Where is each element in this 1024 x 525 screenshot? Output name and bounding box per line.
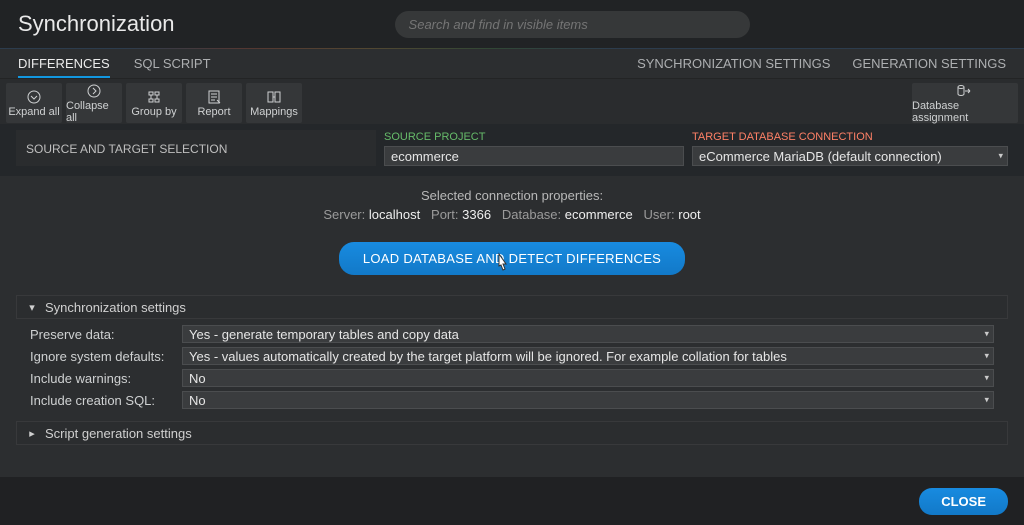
target-connection-caption: TARGET DATABASE CONNECTION (692, 131, 1008, 143)
target-connection-value: eCommerce MariaDB (default connection) (699, 149, 942, 164)
source-project-input[interactable] (384, 146, 684, 166)
toolbar: Expand all Collapse all Group by Report … (0, 79, 1024, 124)
tab-differences[interactable]: DIFFERENCES (18, 49, 110, 78)
page-title: Synchronization (18, 11, 175, 37)
source-target-label: SOURCE AND TARGET SELECTION (16, 130, 376, 166)
search-field[interactable] (395, 11, 750, 38)
script-generation-settings-title: Script generation settings (45, 426, 192, 441)
connection-properties-heading: Selected connection properties: (16, 188, 1008, 203)
main-content: Selected connection properties: Server: … (0, 176, 1024, 445)
sync-settings-title: Synchronization settings (45, 300, 186, 315)
setting-include-warnings: Include warnings: No ▾ (30, 367, 994, 389)
setting-label: Ignore system defaults: (30, 349, 182, 364)
setting-ignore-system-defaults-select[interactable]: Yes - values automatically created by th… (182, 347, 994, 365)
source-project-caption: SOURCE PROJECT (384, 131, 684, 143)
chevron-down-icon: ▾ (984, 373, 989, 384)
target-connection-select[interactable]: eCommerce MariaDB (default connection) ▾ (692, 146, 1008, 166)
setting-include-creation-sql: Include creation SQL: No ▾ (30, 389, 994, 411)
chevron-down-icon: ▾ (984, 395, 989, 406)
footer-bar: CLOSE (0, 477, 1024, 525)
chevron-down-icon: ▾ (25, 301, 39, 314)
sync-settings-grid: Preserve data: Yes - generate temporary … (16, 319, 1008, 411)
tabs-row: DIFFERENCES SQL SCRIPT SYNCHRONIZATION S… (0, 49, 1024, 79)
tab-sql-script[interactable]: SQL SCRIPT (134, 49, 211, 78)
source-project-block: SOURCE PROJECT (384, 131, 684, 166)
sync-settings-header[interactable]: ▾ Synchronization settings (16, 295, 1008, 319)
chevron-right-icon: ▸ (25, 427, 39, 440)
connection-properties-line: Server: localhost Port: 3366 Database: e… (16, 207, 1008, 222)
load-database-button[interactable]: LOAD DATABASE AND DETECT DIFFERENCES (339, 242, 685, 275)
database-assignment-icon (956, 83, 974, 99)
group-by-icon (146, 89, 162, 105)
chevron-right-circle-icon (86, 83, 102, 99)
setting-ignore-system-defaults: Ignore system defaults: Yes - values aut… (30, 345, 994, 367)
tab-synchronization-settings[interactable]: SYNCHRONIZATION SETTINGS (637, 49, 830, 78)
chevron-down-circle-icon (26, 89, 42, 105)
close-button[interactable]: CLOSE (919, 488, 1008, 515)
setting-label: Include warnings: (30, 371, 182, 386)
search-input[interactable] (409, 17, 736, 32)
setting-include-creation-sql-select[interactable]: No ▾ (182, 391, 994, 409)
source-target-row: SOURCE AND TARGET SELECTION SOURCE PROJE… (0, 124, 1024, 176)
setting-preserve-data-select[interactable]: Yes - generate temporary tables and copy… (182, 325, 994, 343)
script-generation-settings-header[interactable]: ▸ Script generation settings (16, 421, 1008, 445)
group-by-button[interactable]: Group by (126, 83, 182, 123)
database-assignment-button[interactable]: Database assignment (912, 83, 1018, 123)
collapse-all-button[interactable]: Collapse all (66, 83, 122, 123)
chevron-down-icon: ▾ (984, 351, 989, 362)
report-button[interactable]: Report (186, 83, 242, 123)
header-bar: Synchronization (0, 0, 1024, 48)
chevron-down-icon: ▾ (984, 329, 989, 340)
tab-generation-settings[interactable]: GENERATION SETTINGS (852, 49, 1006, 78)
chevron-down-icon: ▾ (998, 151, 1003, 162)
target-connection-block: TARGET DATABASE CONNECTION eCommerce Mar… (692, 131, 1008, 166)
expand-all-button[interactable]: Expand all (6, 83, 62, 123)
setting-preserve-data: Preserve data: Yes - generate temporary … (30, 323, 994, 345)
setting-label: Preserve data: (30, 327, 182, 342)
report-icon (206, 89, 222, 105)
mappings-icon (266, 89, 282, 105)
setting-label: Include creation SQL: (30, 393, 182, 408)
mappings-button[interactable]: Mappings (246, 83, 302, 123)
setting-include-warnings-select[interactable]: No ▾ (182, 369, 994, 387)
